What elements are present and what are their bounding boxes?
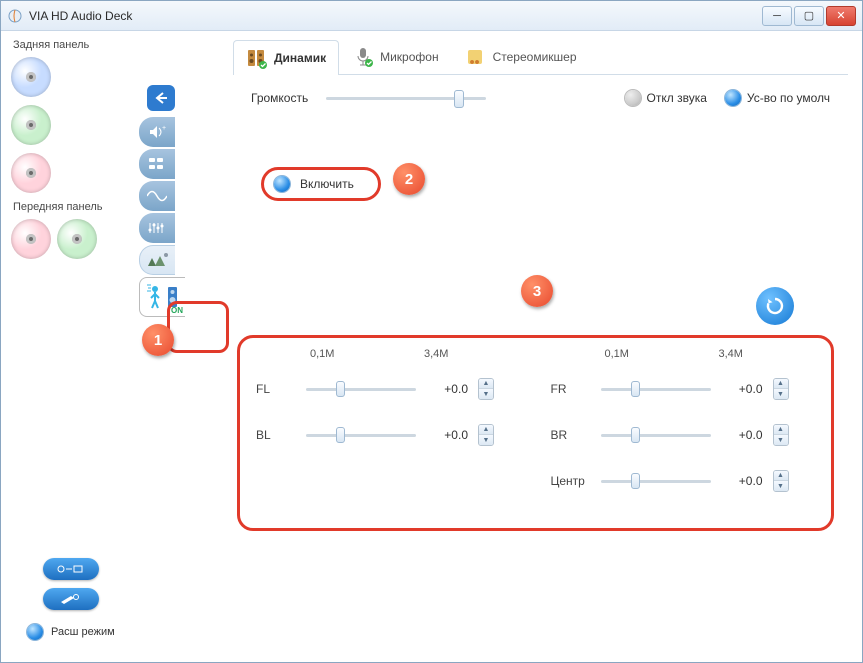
speaker-distance-panel: 0,1M 3,4M FL +0.0 ▲▼ BL +0.0 ▲▼ 0,1M 3,4M FR +… xyxy=(237,335,834,531)
jack-rear-green[interactable] xyxy=(11,105,51,145)
channel-value: +0.0 xyxy=(426,382,468,396)
callout-1: 1 xyxy=(142,324,174,356)
tab-microphone[interactable]: Микрофон xyxy=(339,39,451,74)
channel-value: +0.0 xyxy=(426,428,468,442)
jack-front-pink[interactable] xyxy=(11,219,51,259)
jack-rear-pink[interactable] xyxy=(11,153,51,193)
default-label: Ус-во по умолч xyxy=(747,91,830,105)
sidetab-volume[interactable]: + xyxy=(139,117,175,147)
channel-row-BL: BL +0.0 ▲▼ xyxy=(256,412,521,458)
tab-stereomix[interactable]: Стереомикшер xyxy=(452,39,590,74)
sidetab-eq[interactable] xyxy=(139,213,175,243)
channel-label: BR xyxy=(551,428,591,442)
channel-row-FL: FL +0.0 ▲▼ xyxy=(256,366,521,412)
channel-label: FL xyxy=(256,382,296,396)
scale-min-r: 0,1M xyxy=(605,348,665,360)
channel-slider-BR[interactable] xyxy=(601,427,711,443)
sidetab-wave[interactable] xyxy=(139,181,175,211)
titlebar[interactable]: VIA HD Audio Deck ─ ▢ ✕ xyxy=(1,1,862,31)
jack-rear-blue[interactable] xyxy=(11,57,51,97)
channel-value: +0.0 xyxy=(721,382,763,396)
channel-label: FR xyxy=(551,382,591,396)
volume-slider[interactable] xyxy=(326,89,486,107)
rear-panel-label: Задняя панель xyxy=(13,39,169,51)
scale-max-r: 3,4M xyxy=(719,348,743,360)
channel-spinner-FL[interactable]: ▲▼ xyxy=(478,378,494,400)
channel-slider-BL[interactable] xyxy=(306,427,416,443)
maximize-button[interactable]: ▢ xyxy=(794,6,824,26)
channel-row-FR: FR +0.0 ▲▼ xyxy=(551,366,816,412)
stereomix-icon xyxy=(465,46,487,68)
channel-value: +0.0 xyxy=(721,428,763,442)
channel-label: BL xyxy=(256,428,296,442)
channel-label: Центр xyxy=(551,474,591,488)
minimize-button[interactable]: ─ xyxy=(762,6,792,26)
scale-max-l: 3,4M xyxy=(424,348,448,360)
channel-spinner-BR[interactable]: ▲▼ xyxy=(773,424,789,446)
mode-radio[interactable] xyxy=(27,624,43,640)
speakers-icon xyxy=(246,47,268,69)
back-icon[interactable] xyxy=(147,85,175,111)
enable-toggle[interactable]: Включить xyxy=(261,167,381,201)
tab-speaker-label: Динамик xyxy=(274,51,326,65)
channel-slider-FR[interactable] xyxy=(601,381,711,397)
channel-row-Центр: Центр +0.0 ▲▼ xyxy=(551,458,816,504)
mode-label: Расш режим xyxy=(51,626,115,638)
channel-slider-Центр[interactable] xyxy=(601,473,711,489)
app-icon xyxy=(7,8,23,24)
channel-slider-FL[interactable] xyxy=(306,381,416,397)
enable-radio-icon xyxy=(274,176,290,192)
window-title: VIA HD Audio Deck xyxy=(29,9,762,23)
jack-front-green[interactable] xyxy=(57,219,97,259)
tab-stereomix-label: Стереомикшер xyxy=(493,50,577,64)
tabs: Динамик Микрофон Стереомикшер xyxy=(233,39,848,75)
tab-speaker[interactable]: Динамик xyxy=(233,40,339,75)
pill-button-io[interactable] xyxy=(43,558,99,580)
mic-icon xyxy=(352,46,374,68)
sidetab-speakers[interactable] xyxy=(139,149,175,179)
svg-text:+: + xyxy=(162,125,166,132)
default-device-toggle[interactable] xyxy=(725,90,741,106)
sidetab-environment[interactable] xyxy=(139,245,175,275)
highlight-1 xyxy=(167,301,229,353)
tab-mic-label: Микрофон xyxy=(380,50,438,64)
callout-3: 3 xyxy=(521,275,553,307)
channel-row-BR: BR +0.0 ▲▼ xyxy=(551,412,816,458)
app-window: VIA HD Audio Deck ─ ▢ ✕ Задняя панель Пе… xyxy=(0,0,863,663)
scale-min-l: 0,1M xyxy=(310,348,370,360)
channel-spinner-Центр[interactable]: ▲▼ xyxy=(773,470,789,492)
channel-value: +0.0 xyxy=(721,474,763,488)
callout-2: 2 xyxy=(393,163,425,195)
mute-label: Откл звука xyxy=(647,91,707,105)
enable-label: Включить xyxy=(300,177,354,191)
channel-spinner-FR[interactable]: ▲▼ xyxy=(773,378,789,400)
reset-button[interactable] xyxy=(756,287,794,325)
close-button[interactable]: ✕ xyxy=(826,6,856,26)
volume-label: Громкость xyxy=(251,91,308,105)
mute-toggle[interactable] xyxy=(625,90,641,106)
pill-button-wrench[interactable] xyxy=(43,588,99,610)
channel-spinner-BL[interactable]: ▲▼ xyxy=(478,424,494,446)
